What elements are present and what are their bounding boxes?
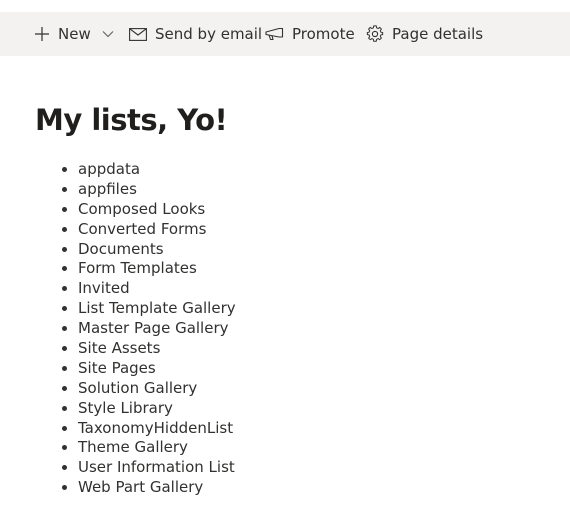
- gear-icon: [366, 25, 384, 43]
- list-item: TaxonomyHiddenList: [0, 418, 236, 438]
- lists-list: appdata appfiles Composed Looks Converte…: [0, 159, 236, 497]
- page-details-label: Page details: [392, 25, 484, 43]
- new-button[interactable]: New: [34, 12, 114, 56]
- plus-icon: [34, 26, 50, 42]
- list-item: Master Page Gallery: [0, 318, 236, 338]
- list-item: Web Part Gallery: [0, 477, 236, 497]
- promote-button[interactable]: Promote: [265, 12, 355, 56]
- list-item: User Information List: [0, 457, 236, 477]
- list-item: Form Templates: [0, 258, 236, 278]
- list-item: appfiles: [0, 179, 236, 199]
- page-details-button[interactable]: Page details: [366, 12, 483, 56]
- list-item: Composed Looks: [0, 199, 236, 219]
- list-item: Site Pages: [0, 358, 236, 378]
- list-item: Solution Gallery: [0, 378, 236, 398]
- mail-icon: [129, 27, 147, 41]
- megaphone-icon: [265, 27, 284, 41]
- list-item: Style Library: [0, 398, 236, 418]
- list-item: Theme Gallery: [0, 437, 236, 457]
- command-bar: New Send by email Promote Page details: [0, 12, 570, 56]
- list-item: Documents: [0, 239, 236, 259]
- promote-label: Promote: [292, 25, 355, 43]
- page-title: My lists, Yo!: [35, 103, 228, 137]
- list-item: List Template Gallery: [0, 298, 236, 318]
- list-item: Invited: [0, 278, 236, 298]
- list-item: Site Assets: [0, 338, 236, 358]
- list-item: appdata: [0, 159, 236, 179]
- send-by-email-label: Send by email: [155, 25, 263, 43]
- list-item: Converted Forms: [0, 219, 236, 239]
- send-by-email-button[interactable]: Send by email: [129, 12, 262, 56]
- chevron-down-icon[interactable]: [102, 30, 114, 38]
- new-button-label: New: [58, 25, 91, 43]
